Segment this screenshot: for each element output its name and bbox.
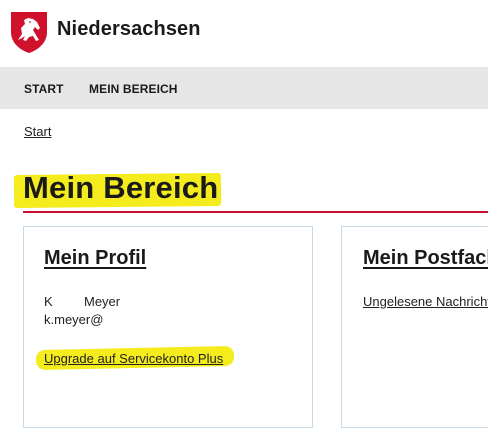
nav-start[interactable]: START [24,82,64,96]
brand-name[interactable]: Niedersachsen [57,18,201,41]
profile-email-text: k.meyer@ [44,312,104,327]
upgrade-servicekonto-link[interactable]: Upgrade auf Servicekonto Plus [44,351,223,366]
nav-mein-bereich[interactable]: MEIN BEREICH [89,82,178,96]
postfach-card: Mein Postfach Ungelesene Nachrichten [341,226,488,428]
title-divider [23,211,488,213]
page-title: Mein Bereich [23,170,219,205]
profile-last-name: Meyer [84,294,121,309]
profile-card-title[interactable]: Mein Profil [44,247,146,270]
site-header: Niedersachsen [0,0,488,66]
profile-email: k.meyer@ [44,312,111,327]
profile-name: K Meyer [44,294,120,309]
unread-messages-link[interactable]: Ungelesene Nachrichten [363,294,488,309]
main-navigation: START MEIN BEREICH [0,67,488,109]
postfach-card-title[interactable]: Mein Postfach [363,247,488,270]
profile-first-initial: K [44,294,53,309]
breadcrumb-start[interactable]: Start [24,124,51,139]
redacted-region [68,295,84,307]
niedersachsen-horse-crest-icon[interactable] [9,10,49,54]
profile-card: Mein Profil K Meyer k.meyer@ Upgrade auf … [23,226,313,428]
redacted-region [103,313,111,325]
